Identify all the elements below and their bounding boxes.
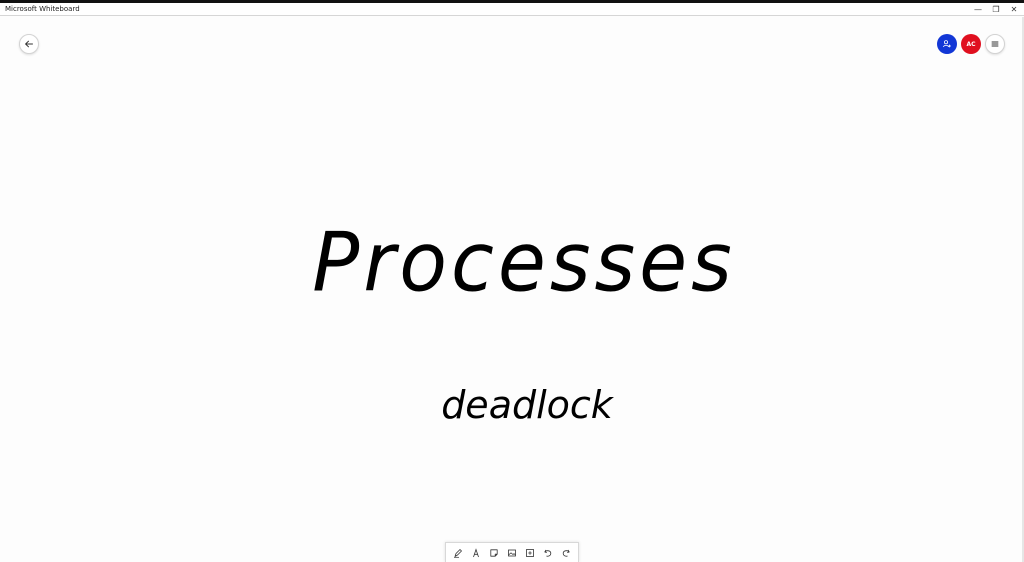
redo-icon [562,549,570,557]
ink-text-processes[interactable]: Processes [312,205,732,321]
image-icon [508,549,516,556]
close-button[interactable]: ✕ [1005,3,1023,16]
settings-menu-button[interactable] [985,34,1005,54]
image-tool-button[interactable] [505,546,519,560]
minimize-button[interactable]: — [969,3,987,16]
invite-button[interactable] [937,34,957,54]
title-bar: Microsoft Whiteboard — ❐ ✕ [0,3,1024,16]
undo-icon [544,549,552,557]
back-button[interactable] [19,34,39,54]
window-title: Microsoft Whiteboard [5,5,80,13]
arrow-left-icon [25,40,33,48]
avatar-initials: AC [966,40,976,48]
sticky-note-icon [490,548,498,557]
insert-tool-button[interactable] [523,546,537,560]
insert-icon [526,548,534,557]
sticky-note-tool-button[interactable] [487,546,501,560]
hamburger-icon [991,41,999,47]
pen-tool-button[interactable] [451,546,465,560]
bottom-toolbar [445,542,579,562]
ink-text-deadlock[interactable]: deadlock [441,380,613,430]
maximize-button[interactable]: ❐ [987,3,1005,16]
pen-icon [454,548,462,558]
whiteboard-app: Microsoft Whiteboard — ❐ ✕ AC Processes … [0,0,1024,562]
text-tool-button[interactable] [469,546,483,560]
text-icon [473,547,479,557]
undo-button[interactable] [541,546,555,560]
user-avatar[interactable]: AC [961,34,981,54]
redo-button[interactable] [559,546,573,560]
person-add-icon [943,40,951,48]
